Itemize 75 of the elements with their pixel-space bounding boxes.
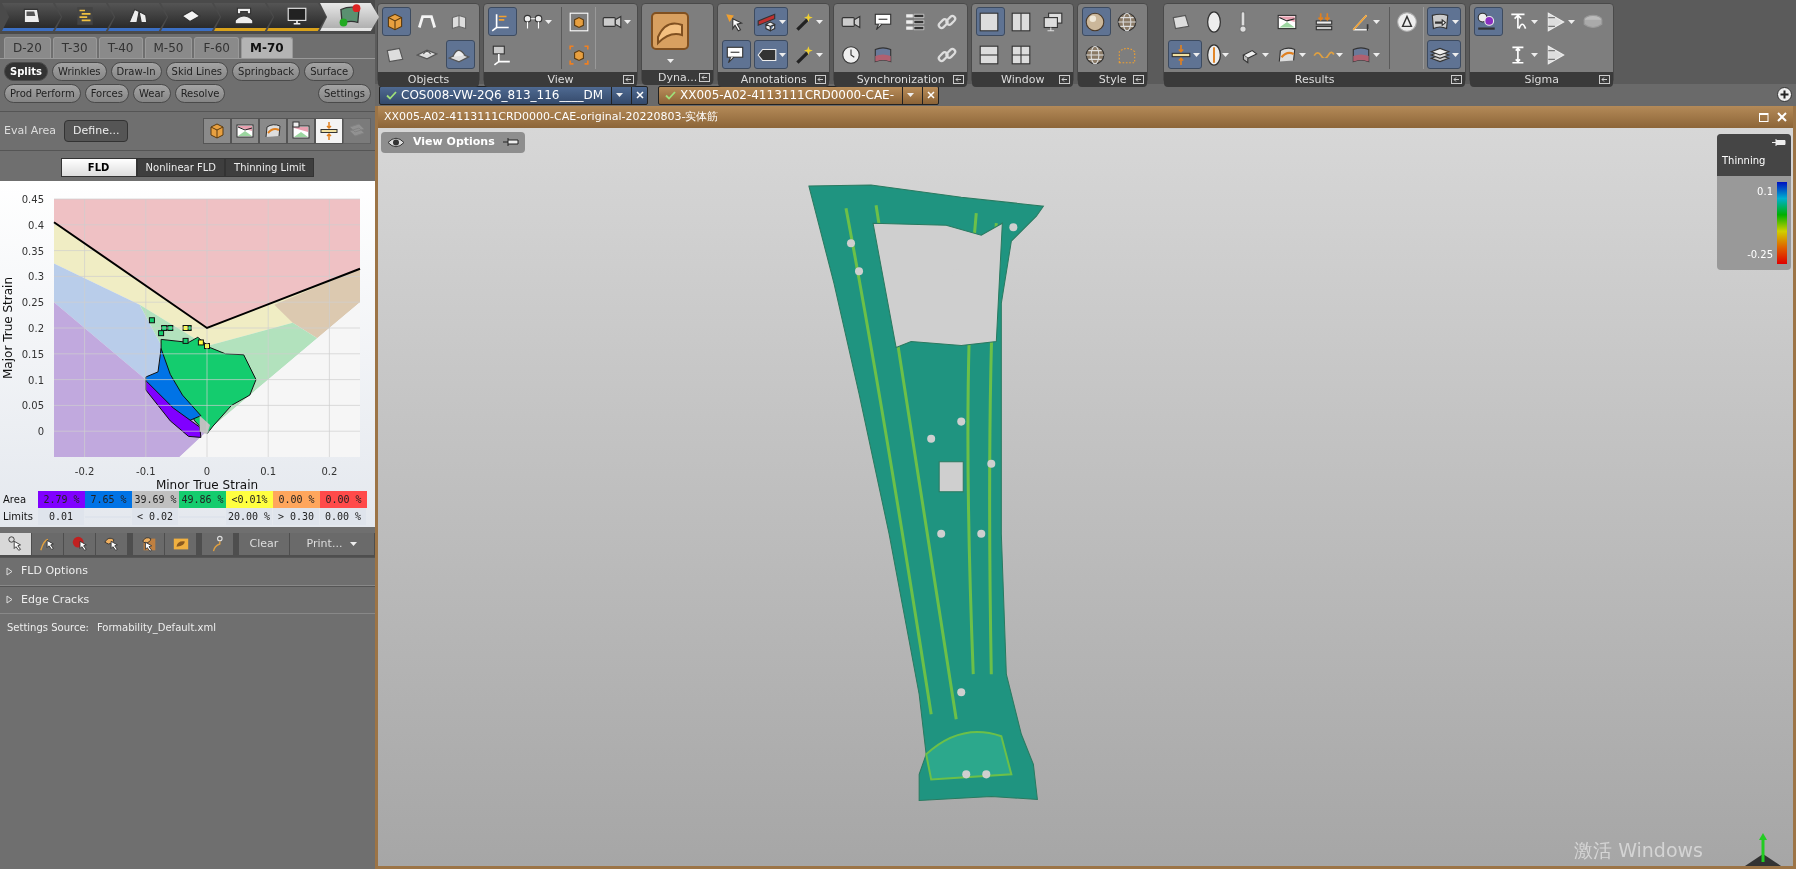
- mode-button[interactable]: Splits: [4, 62, 48, 81]
- group-label: Window: [1001, 73, 1045, 86]
- axis-tick-label: 0.4: [28, 219, 44, 231]
- document-title: XX005-A02-4113111CRD0000-CAE-original-20220803-实体筋: [384, 108, 719, 125]
- legend-value: 0.1: [1756, 185, 1773, 199]
- mode-button[interactable]: Draw-In: [110, 62, 162, 81]
- mode-button[interactable]: Surface: [304, 62, 355, 81]
- row-label: Limits: [2, 510, 34, 524]
- axis-tick-label: 0.35: [21, 245, 44, 257]
- axis-tick-label: 0.05: [21, 400, 44, 412]
- area-value: <0.01%: [226, 491, 273, 508]
- legend-title: Thinning: [1722, 154, 1767, 168]
- group-label: Objects: [407, 73, 450, 86]
- area-value: 0.00 %: [273, 491, 320, 508]
- settings-source-label: Settings Source:: [7, 621, 89, 635]
- limit-value: 20.00 %: [226, 508, 272, 525]
- fld-tab[interactable]: Thinning Limit: [225, 158, 315, 177]
- area-value: 49.86 %: [179, 491, 226, 508]
- mode-button[interactable]: Prod Perform: [4, 84, 81, 103]
- axis-tick-label: 0: [37, 426, 44, 438]
- fld-tab[interactable]: Nonlinear FLD: [136, 158, 226, 177]
- document-tab[interactable]: COS008-VW-2Q6_813_116____DM: [379, 85, 648, 105]
- axis-tick-label: 0.2: [28, 323, 44, 334]
- view-options-button[interactable]: View Options: [381, 132, 525, 153]
- group-label: Dyna...: [658, 71, 698, 84]
- group-label: Style: [1098, 73, 1127, 86]
- limit-value: 0.01: [38, 508, 84, 525]
- group-label: Sigma: [1524, 73, 1559, 86]
- stage-tab[interactable]: F-60: [194, 37, 239, 58]
- stage-tab[interactable]: M-70: [240, 37, 293, 58]
- mode-button[interactable]: Wrinkles: [51, 62, 107, 81]
- group-label: View: [547, 73, 574, 86]
- axis-tick-label: 0.1: [28, 374, 44, 386]
- limit-value: 0.00 %: [320, 508, 366, 525]
- axis-title: Minor True Strain: [155, 478, 259, 491]
- limit-value: > 0.30: [273, 508, 319, 525]
- mode-button[interactable]: Wear: [132, 84, 171, 103]
- define-button[interactable]: Define...: [64, 119, 129, 143]
- axis-tick-label: -0.2: [74, 466, 95, 477]
- section-header[interactable]: FLD Options: [0, 557, 375, 586]
- axis-tick-label: 0.2: [321, 466, 338, 477]
- group-label: Results: [1294, 73, 1335, 86]
- settings-source-value: Formability_Default.xml: [96, 621, 216, 635]
- axis-tick-label: 0.45: [21, 194, 44, 205]
- stage-tab[interactable]: M-50: [144, 37, 193, 58]
- area-value: 7.65 %: [85, 491, 132, 508]
- axis-tick-label: -0.1: [136, 466, 156, 477]
- mode-button[interactable]: Forces: [84, 84, 129, 103]
- row-label: Area: [2, 493, 27, 507]
- print-button[interactable]: Print...: [290, 533, 374, 555]
- axis-tick-label: 0: [203, 466, 211, 477]
- mode-button[interactable]: Resolve: [174, 84, 226, 103]
- fld-tab[interactable]: FLD: [60, 158, 137, 177]
- stage-tab[interactable]: D-20: [4, 37, 51, 58]
- area-value: 2.79 %: [38, 491, 85, 508]
- axis-tick-label: 0.1: [260, 466, 277, 477]
- group-label: Annotations: [740, 73, 807, 86]
- mode-button[interactable]: Skid Lines: [165, 62, 229, 81]
- clear-button[interactable]: Clear: [239, 533, 289, 555]
- section-header[interactable]: Edge Cracks: [0, 585, 375, 614]
- axis-tick-label: 0.25: [21, 297, 44, 309]
- area-value: 39.69 %: [132, 491, 179, 508]
- area-value: 0.00 %: [320, 491, 367, 508]
- stage-tab[interactable]: T-30: [52, 37, 97, 58]
- limit-value: < 0.02: [132, 508, 178, 525]
- axis-tick-label: 0.15: [21, 348, 44, 360]
- mode-button[interactable]: Springback: [232, 62, 301, 81]
- settings-button[interactable]: Settings: [318, 84, 371, 103]
- axis-title: Major True Strain: [1, 277, 15, 379]
- group-label: Synchronization: [856, 73, 945, 86]
- stage-tab[interactable]: T-40: [98, 37, 143, 58]
- legend-value: -0.25: [1747, 248, 1773, 262]
- document-tab[interactable]: XX005-A02-4113111CRD0000-CAE-: [658, 85, 939, 105]
- axis-tick-label: 0.3: [28, 271, 44, 283]
- eval-area-label: Eval Area: [4, 122, 57, 139]
